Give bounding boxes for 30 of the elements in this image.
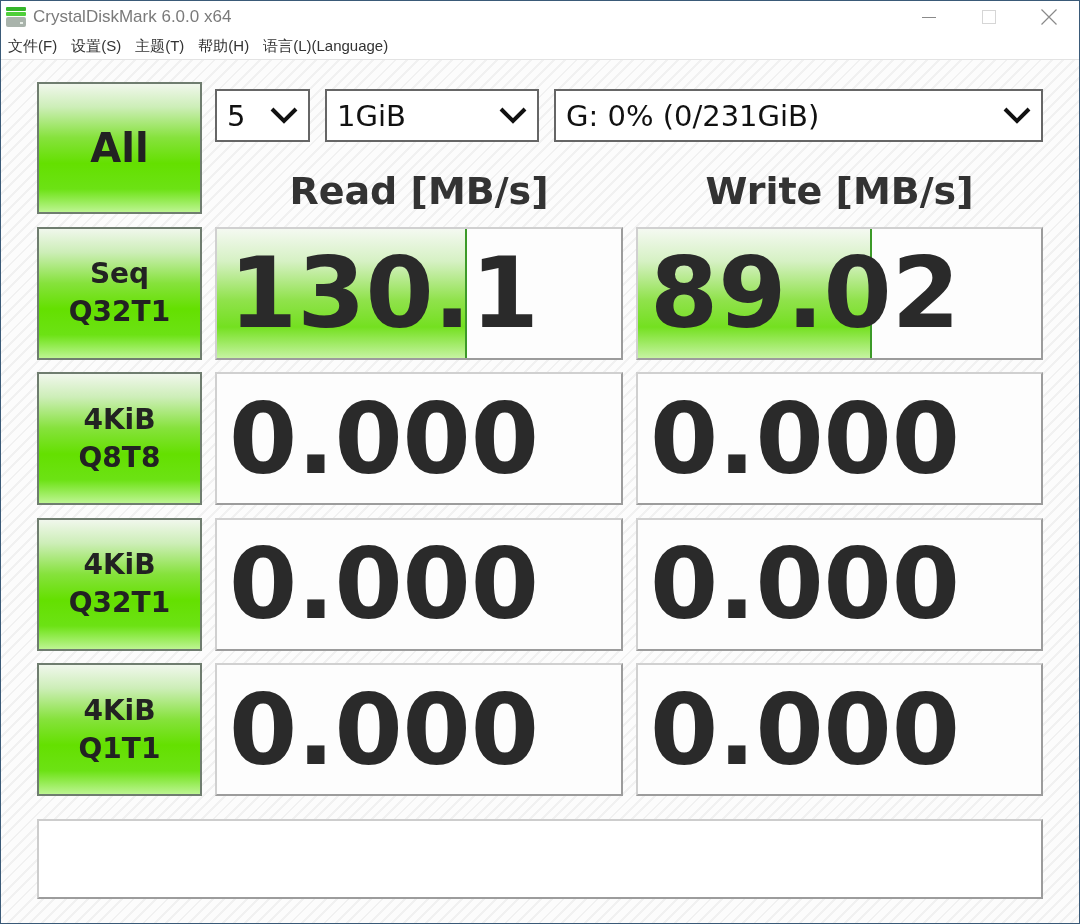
column-header: Write [MB/s] [705,169,974,214]
count-dropdown[interactable]: 5 [215,89,310,142]
disk-drive-icon [5,6,27,28]
test-button[interactable]: Seq Q32T1 [37,226,202,360]
result-value: 0.000 [650,389,960,488]
menu-item[interactable]: 主题(T) [135,36,185,56]
result-value: 0.000 [650,535,960,633]
result-value: 0.000 [229,535,539,633]
result-value: 0.000 [229,680,539,779]
maximize-icon [982,10,996,24]
comment-field[interactable] [37,819,1043,899]
menu-item[interactable]: 帮助(H) [198,36,250,56]
close-icon [1041,9,1057,25]
test-button[interactable]: 4KiB Q8T8 [37,372,202,505]
menu-item[interactable]: 语言(L)(Language) [263,36,389,56]
size-dropdown[interactable]: 1GiB [325,89,539,142]
drive-dropdown[interactable]: G: 0% (0/231GiB) [554,89,1043,142]
result-value: 0.000 [650,680,960,779]
all-button[interactable]: All [37,82,202,214]
chevron-down-icon [270,107,298,124]
result-value: 0.000 [229,389,539,488]
minimize-icon [922,16,936,18]
window-title: CrystalDiskMark 6.0.0 x64 [33,7,233,27]
chevron-down-icon [499,107,527,124]
menu-item[interactable]: 文件(F) [8,36,58,56]
chevron-down-icon [1003,107,1031,124]
test-button[interactable]: 4KiB Q32T1 [37,517,202,651]
column-header: Read [MB/s] [289,169,549,214]
test-button[interactable]: 4KiB Q1T1 [37,663,202,796]
menu-item[interactable]: 设置(S) [71,36,122,56]
